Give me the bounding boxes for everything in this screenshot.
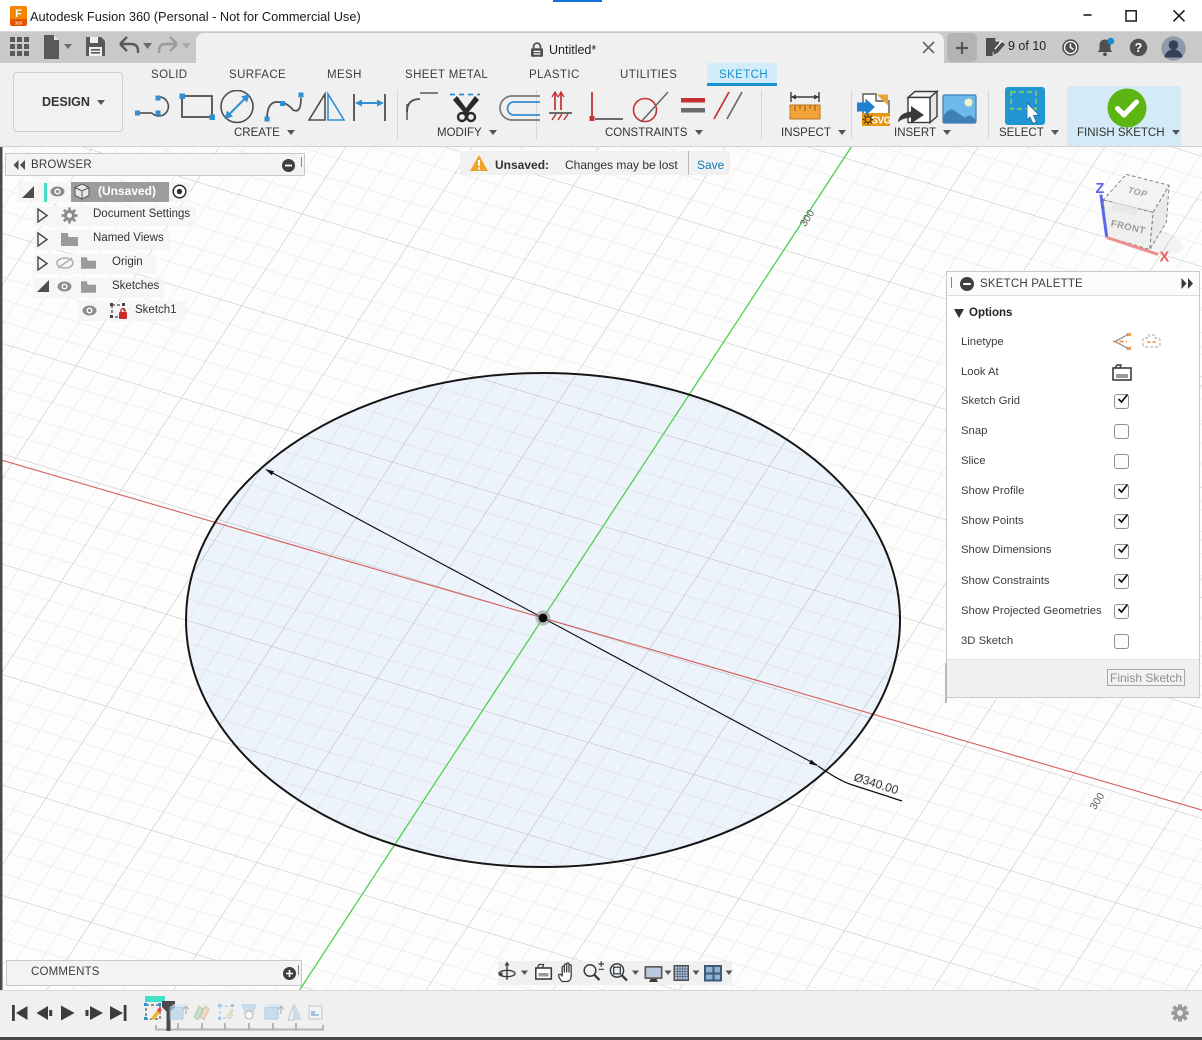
svg-text:?: ? [1135, 41, 1143, 55]
svg-text:SVG: SVG [871, 116, 891, 127]
svg-text:Z: Z [1096, 181, 1105, 197]
svg-text:360: 360 [15, 21, 23, 26]
svg-text:F: F [15, 8, 22, 20]
svg-text:X: X [1160, 250, 1170, 266]
